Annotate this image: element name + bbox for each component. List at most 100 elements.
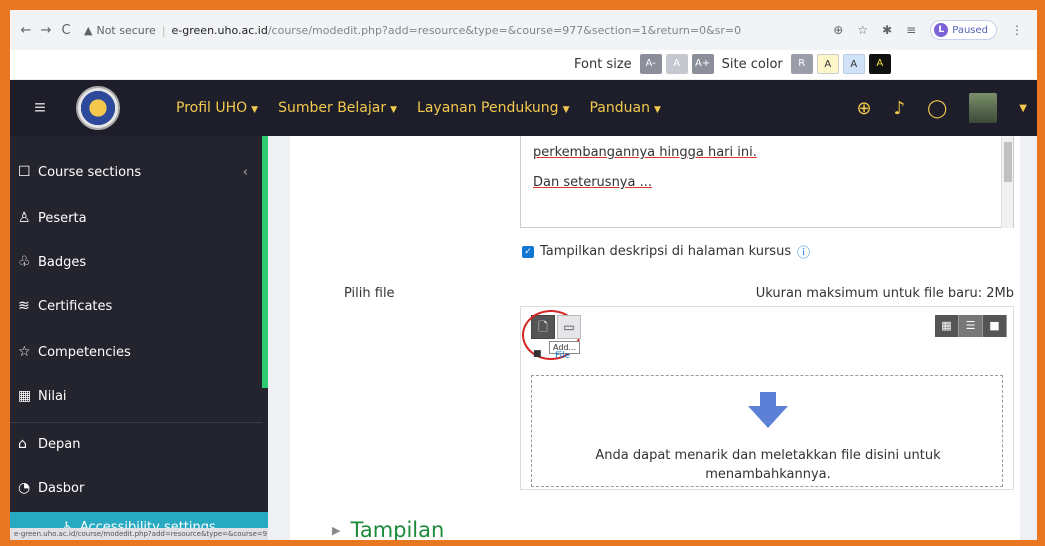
grid-view-icon[interactable]: ▦ [935, 315, 959, 337]
site-color-label: Site color [721, 56, 783, 72]
warning-icon: ▲ [84, 23, 93, 37]
scroll-thumb[interactable] [1004, 142, 1012, 182]
hamburger-menu-icon[interactable]: ≡ [10, 97, 70, 120]
edit-form: perkembangannya hingga hari ini. Dan set… [290, 136, 1020, 540]
font-decrease-button[interactable]: A- [639, 54, 662, 74]
sidebar-item-label: Badges [38, 254, 87, 270]
section-tampilan[interactable]: ▶ Tampilan [332, 518, 444, 540]
sidebar-item-certificates[interactable]: ≋ Certificates [18, 298, 112, 314]
menu-layanan-pendukung[interactable]: Layanan Pendukung ▼ [417, 100, 569, 116]
show-description-checkbox-row[interactable]: ✓ Tampilkan deskripsi di halaman kursus … [522, 242, 810, 261]
color-dark-button[interactable]: A [868, 54, 891, 74]
certificate-icon: ≋ [18, 298, 30, 314]
separator: | [161, 23, 166, 37]
profile-avatar: L [934, 23, 949, 37]
help-icon[interactable]: ⓘ [797, 242, 810, 261]
sidebar-item-badges[interactable]: ♧ Badges [18, 254, 86, 270]
max-size-text: Ukuran maksimum untuk file baru: 2Mb [755, 286, 1014, 301]
user-avatar[interactable] [969, 93, 998, 123]
view-toggle: ▦ ☰ ■ [935, 315, 1007, 337]
grades-icon: ▦ [18, 388, 32, 404]
show-description-label: Tampilkan deskripsi di halaman kursus [540, 244, 792, 259]
caret-down-icon: ▼ [251, 105, 259, 115]
expand-triangle-icon: ▶ [332, 523, 341, 537]
dashboard-icon: ◔ [18, 480, 31, 496]
sidebar-item-label: Nilai [38, 388, 67, 404]
main-region: perkembangannya hingga hari ini. Dan set… [268, 136, 1037, 540]
create-folder-button[interactable]: ▭ [557, 315, 581, 339]
description-editor[interactable]: perkembangannya hingga hari ini. Dan set… [520, 136, 1014, 228]
browser-icons: ⊕ ☆ ✱ ≡ L Paused ⋮ [833, 20, 1023, 40]
sidebar-item-label: Course sections [38, 164, 142, 180]
navbar-icons: ⊕ ♪ ◯ ▼ [857, 80, 1027, 136]
file-drop-zone[interactable]: Anda dapat menarik dan meletakkan file d… [531, 375, 1003, 487]
extensions-icon[interactable]: ✱ [882, 23, 892, 37]
sidebar-item-competencies[interactable]: ☆ Competencies [18, 344, 131, 360]
profile-paused-button[interactable]: L Paused [930, 20, 997, 40]
main-menu: Profil UHO ▼ Sumber Belajar ▼ Layanan Pend… [176, 100, 661, 116]
home-icon: ⌂ [18, 436, 27, 452]
file-picker: 🗋 ▭ Add... ■ File ▦ ☰ ■ Anda dapat menar… [520, 306, 1014, 490]
caret-down-icon: ▼ [653, 105, 661, 115]
section-title: Tampilan [350, 518, 445, 540]
caret-down-icon: ▼ [390, 105, 398, 115]
screen-frame: ← → C ▲ Not secure | e-green.uho.ac.id /… [10, 10, 1037, 540]
editor-scrollbar[interactable] [1001, 136, 1013, 228]
bookmark-star-icon[interactable]: ☆ [857, 23, 868, 37]
menu-panduan[interactable]: Panduan ▼ [589, 100, 660, 116]
editor-text-line: perkembangannya hingga hari ini. [533, 145, 757, 160]
star-icon: ☆ [18, 344, 31, 360]
reload-button[interactable]: C [56, 23, 76, 38]
sidebar-item-label: Depan [38, 436, 81, 452]
menu-sumber-belajar[interactable]: Sumber Belajar ▼ [278, 100, 397, 116]
collapse-chevron-icon[interactable]: ‹ [243, 165, 248, 180]
tree-view-icon[interactable]: ■ [983, 315, 1007, 337]
forward-button[interactable]: → [36, 23, 56, 38]
list-view-icon[interactable]: ☰ [959, 315, 983, 337]
add-file-button[interactable]: 🗋 [522, 310, 580, 360]
reading-list-icon[interactable]: ≡ [906, 23, 916, 37]
sidebar-item-dasbor[interactable]: ◔ Dasbor [18, 480, 84, 496]
editor-text-line: Dan seterusnya ... [533, 175, 652, 190]
sidebar-item-depan[interactable]: ⌂ Depan [18, 436, 80, 452]
chat-icon[interactable]: ◯ [927, 98, 947, 119]
font-size-label: Font size [574, 56, 632, 72]
paused-label: Paused [952, 24, 988, 36]
address-bar[interactable]: ▲ Not secure | e-green.uho.ac.id /course… [84, 17, 833, 43]
university-logo[interactable] [76, 86, 120, 130]
sidebar-item-course-sections[interactable]: ☐ Course sections ‹ [18, 164, 248, 180]
back-button[interactable]: ← [16, 23, 36, 38]
font-increase-button[interactable]: A+ [691, 54, 714, 74]
sidebar-item-nilai[interactable]: ▦ Nilai [18, 388, 67, 404]
caret-down-icon: ▼ [562, 105, 570, 115]
sidebar-item-label: Certificates [38, 298, 113, 314]
security-status: Not secure [96, 23, 156, 37]
folder-icon: ▭ [563, 320, 575, 334]
zoom-icon[interactable]: ⊕ [833, 23, 843, 37]
sidebar-item-label: Dasbor [38, 480, 85, 496]
user-menu-caret-icon[interactable]: ▼ [1019, 103, 1027, 114]
color-blue-button[interactable]: A [842, 54, 865, 74]
sections-icon: ☐ [18, 164, 31, 180]
folder-small-icon: ■ [533, 349, 542, 359]
sidebar-item-peserta[interactable]: ♙ Peserta [18, 210, 87, 226]
globe-icon[interactable]: ⊕ [857, 98, 872, 119]
font-reset-button[interactable]: A [665, 54, 688, 74]
pick-file-label: Pilih file [344, 286, 395, 301]
badges-icon: ♧ [18, 254, 31, 270]
menu-profil-uho[interactable]: Profil UHO ▼ [176, 100, 258, 116]
bell-icon[interactable]: ♪ [894, 98, 906, 119]
download-arrow-icon [748, 392, 788, 428]
browser-toolbar: ← → C ▲ Not secure | e-green.uho.ac.id /… [10, 10, 1037, 50]
browser-menu-icon[interactable]: ⋮ [1011, 23, 1023, 37]
checkbox-checked-icon[interactable]: ✓ [522, 245, 534, 258]
participants-icon: ♙ [18, 210, 31, 226]
tooltip-file-label: File [555, 351, 571, 361]
accessibility-bar: Font size A- A A+ Site color R A A A [10, 50, 1037, 80]
url-host: e-green.uho.ac.id [171, 23, 268, 37]
sidebar-divider [10, 422, 262, 423]
course-sidebar: ☐ Course sections ‹ ♙ Peserta ♧ Badges ≋… [10, 136, 360, 540]
color-yellow-button[interactable]: A [816, 54, 839, 74]
color-reset-button[interactable]: R [790, 54, 813, 74]
sidebar-item-label: Competencies [38, 344, 131, 360]
